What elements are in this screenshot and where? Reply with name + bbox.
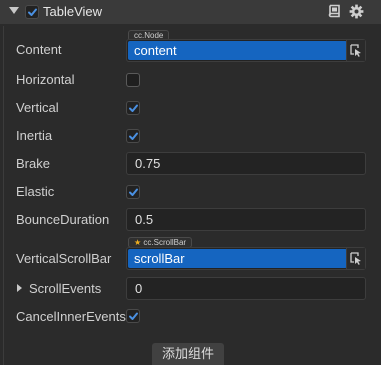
- scroll-events-label[interactable]: ScrollEvents: [29, 281, 101, 296]
- vertical-label: Vertical: [16, 100, 59, 115]
- cancel-inner-events-checkbox[interactable]: [126, 309, 140, 323]
- object-picker-icon[interactable]: [346, 248, 365, 269]
- vertical-scrollbar-type-text: cc.ScrollBar: [143, 238, 187, 247]
- component-header[interactable]: TableView: [0, 0, 381, 24]
- content-label: Content: [16, 42, 62, 57]
- fold-arrow-icon[interactable]: [9, 7, 19, 14]
- content-value[interactable]: content: [128, 41, 347, 60]
- scroll-events-count-input[interactable]: 0: [126, 277, 366, 300]
- expand-arrow-icon[interactable]: [17, 284, 22, 292]
- add-component-button[interactable]: 添加组件: [152, 343, 224, 365]
- tableview-inspector-panel: TableView Content cc.Node content Horizo…: [0, 0, 381, 365]
- elastic-label: Elastic: [16, 184, 55, 199]
- inertia-label: Inertia: [16, 128, 53, 143]
- star-icon: ★: [134, 238, 142, 247]
- object-picker-icon[interactable]: [346, 40, 365, 61]
- bounce-duration-input[interactable]: 0.5: [126, 208, 366, 231]
- inertia-checkbox[interactable]: [126, 129, 140, 143]
- bounce-duration-label: BounceDuration: [16, 212, 110, 227]
- indent-guide: [3, 26, 4, 365]
- component-title: TableView: [43, 4, 103, 19]
- book-icon[interactable]: [327, 4, 341, 22]
- vertical-scrollbar-label: VerticalScrollBar: [16, 251, 112, 266]
- vertical-scrollbar-value[interactable]: scrollBar: [128, 249, 347, 268]
- content-object-field[interactable]: content: [126, 39, 366, 62]
- vertical-checkbox[interactable]: [126, 101, 140, 115]
- horizontal-label: Horizontal: [16, 72, 75, 87]
- brake-label: Brake: [16, 156, 50, 171]
- vertical-scrollbar-object-field[interactable]: scrollBar: [126, 247, 366, 270]
- brake-input[interactable]: 0.75: [126, 152, 366, 175]
- cancel-inner-events-label: CancelInnerEvents: [16, 309, 126, 324]
- horizontal-checkbox[interactable]: [126, 73, 140, 87]
- elastic-checkbox[interactable]: [126, 185, 140, 199]
- gear-icon[interactable]: [349, 4, 364, 22]
- component-enabled-checkbox[interactable]: [25, 5, 39, 19]
